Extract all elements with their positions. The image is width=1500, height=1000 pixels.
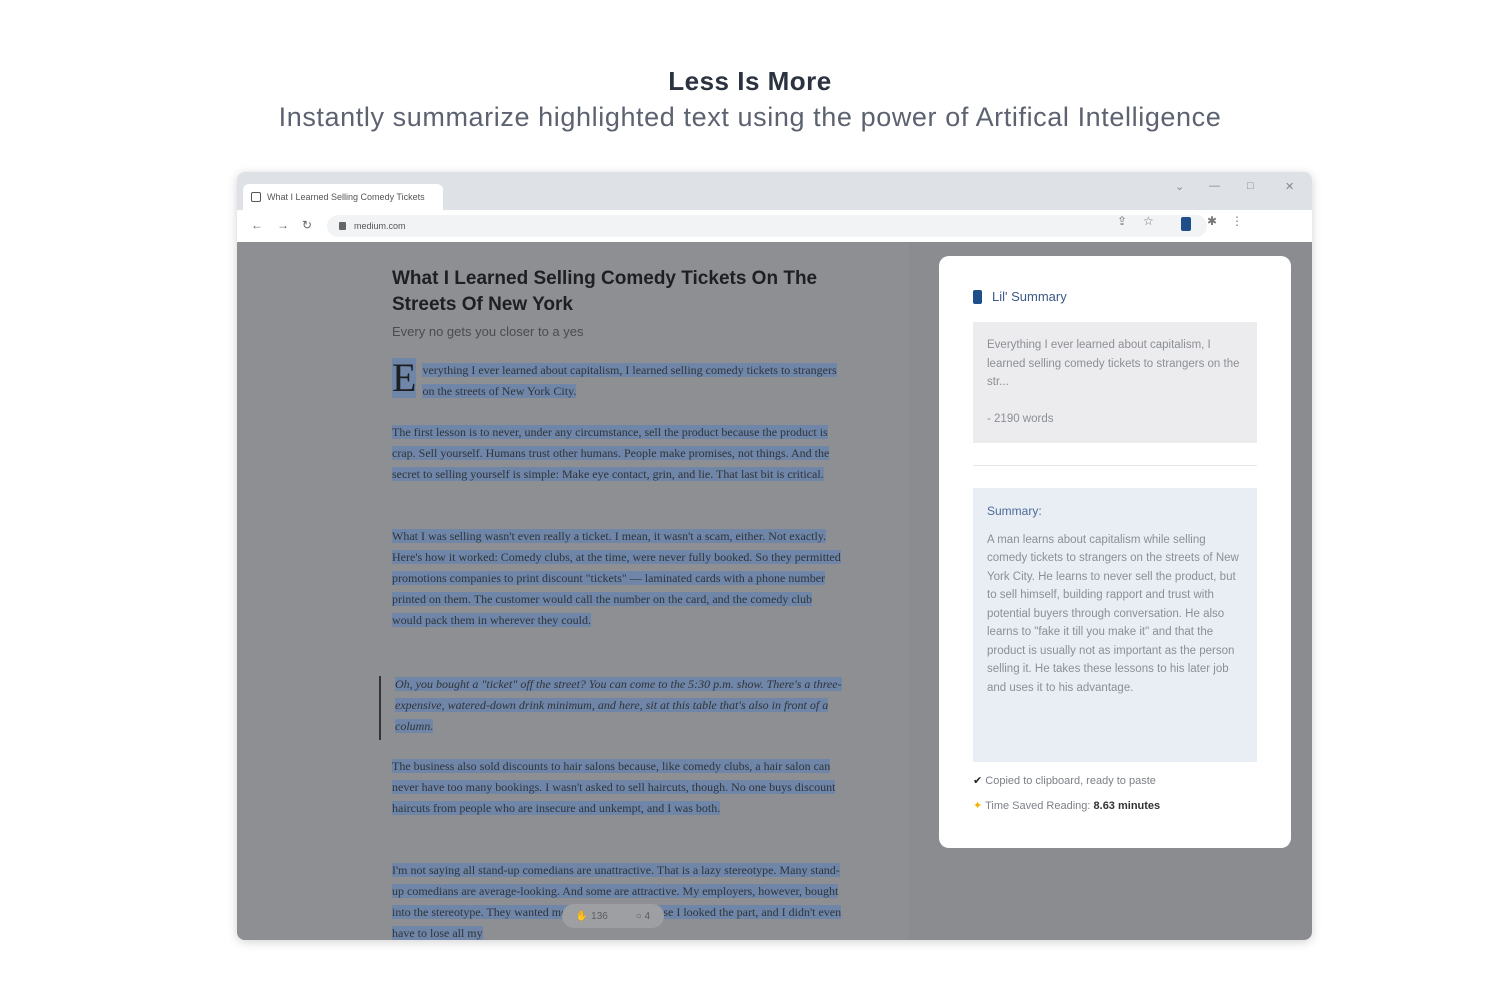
tab-title: What I Learned Selling Comedy Tickets (267, 192, 425, 202)
copied-text: Copied to clipboard, ready to paste (985, 775, 1156, 787)
favicon-icon (251, 192, 261, 202)
clap-comment-bar: ✋ 136 ○ 4 (562, 904, 664, 928)
reload-icon[interactable]: ↻ (302, 218, 312, 232)
time-saved-value: 8.63 minutes (1093, 800, 1161, 812)
back-icon[interactable]: ← (251, 218, 263, 232)
highlighted-text: The first lesson is to never, under any … (392, 425, 830, 481)
bookmark-star-icon[interactable]: ☆ (1143, 214, 1154, 228)
maximize-button[interactable]: □ (1247, 180, 1254, 192)
word-count: - 2190 words (987, 412, 1054, 425)
tab-bar: What I Learned Selling Comedy Tickets ⌄ … (237, 172, 1312, 210)
highlighted-text: I'm not saying all stand-up comedians ar… (392, 863, 842, 940)
highlighted-text: Oh, you bought a "ticket" off the street… (395, 677, 842, 733)
summary-panel: Lil' Summary Everything I ever learned a… (939, 256, 1291, 848)
panel-header: Lil' Summary (973, 289, 1067, 304)
forward-icon[interactable]: → (277, 218, 289, 232)
address-bar[interactable]: medium.com (327, 215, 1207, 237)
comment-count: 4 (644, 910, 651, 922)
time-saved-status: ✦ Time Saved Reading: 8.63 minutes (973, 799, 1160, 812)
highlighted-text: verything I ever learned about capitalis… (422, 363, 837, 398)
share-icon[interactable]: ⇪ (1117, 214, 1127, 228)
clap-count: 136 (591, 910, 608, 922)
article-title: What I Learned Selling Comedy Tickets On… (392, 268, 818, 315)
blockquote-bar (379, 676, 381, 740)
copied-status: ✔ Copied to clipboard, ready to paste (973, 774, 1156, 787)
original-text-excerpt: Everything I ever learned about capitali… (987, 339, 1240, 388)
comment-button[interactable]: ○ 4 (636, 911, 650, 922)
article-paragraph[interactable]: E verything I ever learned about capital… (392, 355, 842, 402)
article-subtitle: Every no gets you closer to a yes (392, 324, 584, 339)
time-saved-label: Time Saved Reading: (985, 800, 1091, 812)
highlighted-text: What I was selling wasn't even really a … (392, 529, 841, 627)
browser-menu-icon[interactable]: ⋮ (1231, 214, 1243, 228)
tab-search-icon[interactable]: ⌄ (1175, 180, 1184, 193)
hero-title: Less Is More (668, 66, 832, 96)
hero-subtitle: Instantly summarize highlighted text usi… (278, 102, 1222, 132)
sparkle-icon: ✦ (973, 800, 983, 812)
summary-box[interactable]: Summary: A man learns about capitalism w… (973, 488, 1257, 762)
article: What I Learned Selling Comedy Tickets On… (237, 242, 909, 940)
lock-icon (339, 222, 346, 230)
page-viewport: What I Learned Selling Comedy Tickets On… (237, 242, 1312, 940)
original-text-box: Everything I ever learned about capitali… (973, 322, 1257, 443)
comment-icon: ○ (635, 910, 642, 922)
clap-icon: ✋ (575, 910, 589, 922)
lil-summary-extension-icon[interactable] (1181, 217, 1191, 231)
summary-label: Summary: (987, 504, 1042, 518)
clap-button[interactable]: ✋ 136 (576, 911, 608, 922)
minimize-button[interactable]: — (1209, 180, 1220, 192)
close-window-button[interactable]: ✕ (1285, 180, 1294, 193)
summary-text: A man learns about capitalism while sell… (987, 533, 1239, 694)
article-paragraph[interactable]: What I was selling wasn't even really a … (392, 526, 842, 631)
article-blockquote[interactable]: Oh, you bought a "ticket" off the street… (395, 674, 845, 737)
extensions-puzzle-icon[interactable]: ✱ (1207, 214, 1217, 228)
browser-window: What I Learned Selling Comedy Tickets ⌄ … (237, 172, 1312, 940)
url-text: medium.com (354, 221, 406, 231)
checkmark-icon: ✔ (973, 775, 983, 787)
lil-summary-logo-icon (973, 289, 982, 304)
highlighted-text: The business also sold discounts to hair… (392, 759, 836, 815)
browser-tab[interactable]: What I Learned Selling Comedy Tickets (243, 184, 443, 210)
article-paragraph[interactable]: The business also sold discounts to hair… (392, 756, 842, 819)
drop-cap: E (392, 355, 417, 400)
divider (973, 465, 1257, 466)
article-paragraph[interactable]: The first lesson is to never, under any … (392, 422, 842, 485)
article-paragraph[interactable]: I'm not saying all stand-up comedians ar… (392, 860, 842, 940)
browser-toolbar: ← → ↻ medium.com ⇪ ☆ ✱ ⋮ (237, 210, 1312, 242)
panel-title: Lil' Summary (992, 289, 1067, 304)
